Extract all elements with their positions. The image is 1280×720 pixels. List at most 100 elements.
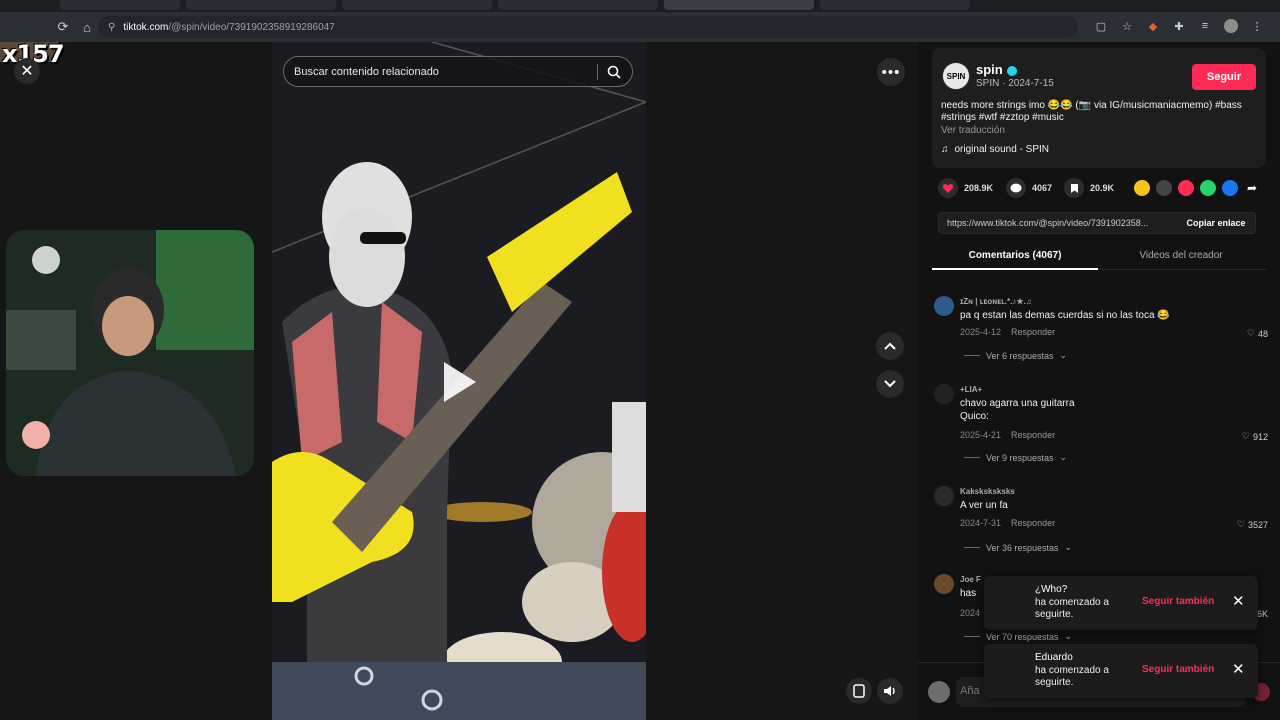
commenter-name[interactable]: Kaksksksksks: [960, 487, 1015, 496]
search-input[interactable]: [294, 65, 594, 78]
browser-tab[interactable]: [342, 0, 492, 10]
site-info-icon[interactable]: ⚲: [108, 22, 115, 33]
comment-meta: 2025-4-12 Responder: [960, 327, 1055, 337]
webcam-frame: [6, 230, 254, 476]
browser-tab-active[interactable]: [820, 0, 970, 10]
follow-button[interactable]: Seguir: [1192, 64, 1256, 90]
browser-tab[interactable]: [186, 0, 336, 10]
save-count: 20.9K: [1090, 183, 1115, 193]
view-replies-label: Ver 9 respuestas: [986, 452, 1054, 463]
share-arrow-icon[interactable]: ➦: [1244, 180, 1260, 196]
replies-line: [964, 457, 980, 458]
follow-back-button[interactable]: Seguir también: [1142, 596, 1214, 607]
reply-link[interactable]: Responder: [1011, 430, 1055, 440]
related-search[interactable]: [283, 56, 633, 87]
close-icon[interactable]: ✕: [14, 58, 40, 84]
comment-item: +LIA+ chavo agarra una guitarra Quico: 2…: [932, 384, 1272, 463]
facebook-icon[interactable]: [1222, 180, 1238, 196]
puzzle-icon[interactable]: ✚: [1170, 17, 1188, 35]
comment-date: 2024-7-31: [960, 518, 1002, 528]
media-icon[interactable]: ≡: [1196, 17, 1214, 35]
bookmark-star-icon[interactable]: ☆: [1118, 17, 1136, 35]
browser-tab[interactable]: [60, 0, 180, 10]
commenter-avatar[interactable]: [934, 296, 954, 316]
comment-date: 2024: [960, 608, 981, 618]
video-player[interactable]: [272, 42, 646, 720]
follow-toast: Eduardo ha comenzado a seguirte. Seguir …: [984, 644, 1258, 698]
chevron-down-small-icon: ⌄: [1059, 452, 1068, 462]
save-action[interactable]: 20.9K: [1064, 178, 1114, 198]
play-icon[interactable]: [444, 362, 476, 402]
embed-icon[interactable]: [1156, 180, 1172, 196]
menu-icon[interactable]: ⋮: [1248, 17, 1266, 35]
view-replies[interactable]: Ver 36 respuestas ⌄: [964, 542, 1072, 553]
replies-line: [964, 547, 980, 548]
extension-icon[interactable]: ◆: [1144, 17, 1162, 35]
toast-message: ha comenzado a seguirte.: [1035, 665, 1109, 688]
reload-icon[interactable]: ⟳: [52, 16, 74, 38]
username-text: spin: [976, 62, 1003, 77]
close-icon[interactable]: ✕: [1232, 660, 1245, 678]
comment-like[interactable]: ♡ 48: [1247, 328, 1268, 339]
post-link: https://www.tiktok.com/@spin/video/73919…: [947, 218, 1149, 228]
url-host: tiktok.com: [123, 21, 169, 33]
view-replies-label: Ver 70 respuestas: [986, 631, 1059, 642]
post-caption: needs more strings imo 😂😂 (📷 via IG/musi…: [941, 100, 1242, 123]
view-replies-label: Ver 36 respuestas: [986, 542, 1059, 553]
copy-link-box: https://www.tiktok.com/@spin/video/73919…: [938, 212, 1256, 234]
comment-meta: 2024-7-31 Responder: [960, 518, 1055, 528]
view-replies[interactable]: Ver 6 respuestas ⌄: [964, 350, 1067, 361]
creator-username[interactable]: spin: [976, 62, 1017, 77]
view-replies[interactable]: Ver 9 respuestas ⌄: [964, 452, 1067, 463]
install-icon[interactable]: ▢: [1092, 17, 1110, 35]
picture-in-picture-icon[interactable]: [846, 678, 872, 704]
close-icon[interactable]: ✕: [1232, 592, 1245, 610]
sound-name: original sound - SPIN: [954, 144, 1050, 155]
browser-tab[interactable]: [664, 0, 814, 10]
share-coin-icon[interactable]: [1134, 180, 1150, 196]
tiktok-page: x157 ✕ •••: [0, 40, 1280, 720]
share-send-icon[interactable]: [1178, 180, 1194, 196]
profile-icon[interactable]: [1222, 17, 1240, 35]
whatsapp-icon[interactable]: [1200, 180, 1216, 196]
home-icon[interactable]: ⌂: [76, 16, 98, 38]
like-count: 208.9K: [964, 183, 994, 193]
chevron-up-icon[interactable]: [876, 332, 904, 360]
like-action[interactable]: 208.9K: [938, 178, 993, 198]
comment-like[interactable]: ♡ 3527: [1237, 519, 1268, 530]
sound-link[interactable]: ♫ original sound - SPIN: [941, 144, 1049, 155]
comment-action[interactable]: 4067: [1006, 178, 1052, 198]
creator-name-date: SPIN · 2024-7-15: [976, 78, 1054, 89]
browser-tab-strip: [0, 0, 1280, 12]
browser-tab[interactable]: [498, 0, 658, 10]
search-icon[interactable]: [604, 63, 624, 81]
reply-link[interactable]: Responder: [1011, 327, 1055, 337]
post-actions: 208.9K 4067 20.9K ➦: [938, 178, 1268, 200]
more-options-icon[interactable]: •••: [877, 58, 905, 86]
commenter-avatar[interactable]: [934, 384, 954, 404]
copy-link-button[interactable]: Copiar enlace: [1177, 213, 1255, 233]
comment-item: Kaksksksksks A ver un fa 2024-7-31 Respon…: [932, 486, 1272, 553]
commenter-name[interactable]: +LIA+: [960, 385, 982, 394]
comment-text: pa q estan las demas cuerdas si no las t…: [960, 310, 1170, 321]
commenter-name[interactable]: ɪZɴ | ʟᴇᴏɴᴇʟ.*.♪★.♫: [960, 297, 1032, 306]
commenter-name[interactable]: Joe F: [960, 575, 981, 584]
commenter-avatar[interactable]: [934, 486, 954, 506]
follow-back-button[interactable]: Seguir también: [1142, 664, 1214, 675]
toolbar-icons: ▢ ☆ ◆ ✚ ≡ ⋮: [1092, 17, 1266, 35]
toast-avatar: [994, 656, 1022, 684]
creator-avatar[interactable]: SPIN: [942, 62, 970, 90]
chevron-down-small-icon: ⌄: [1059, 350, 1068, 360]
tab-comments[interactable]: Comentarios (4067): [932, 250, 1098, 261]
volume-icon[interactable]: [877, 678, 903, 704]
comment-like[interactable]: ♡ 912: [1242, 431, 1268, 442]
streamer-webcam: [6, 230, 254, 476]
tab-creator-videos[interactable]: Videos del creador: [1098, 250, 1264, 261]
chevron-down-icon[interactable]: [876, 370, 904, 398]
address-bar[interactable]: ⚲ tiktok.com/@spin/video/739190235891928…: [98, 16, 1078, 38]
toast-name: Eduardo: [1035, 652, 1073, 663]
reply-link[interactable]: Responder: [1011, 518, 1055, 528]
commenter-avatar[interactable]: [934, 574, 954, 594]
see-translation-link[interactable]: Ver traducción: [941, 125, 1005, 136]
view-replies[interactable]: Ver 70 respuestas ⌄: [964, 631, 1072, 642]
